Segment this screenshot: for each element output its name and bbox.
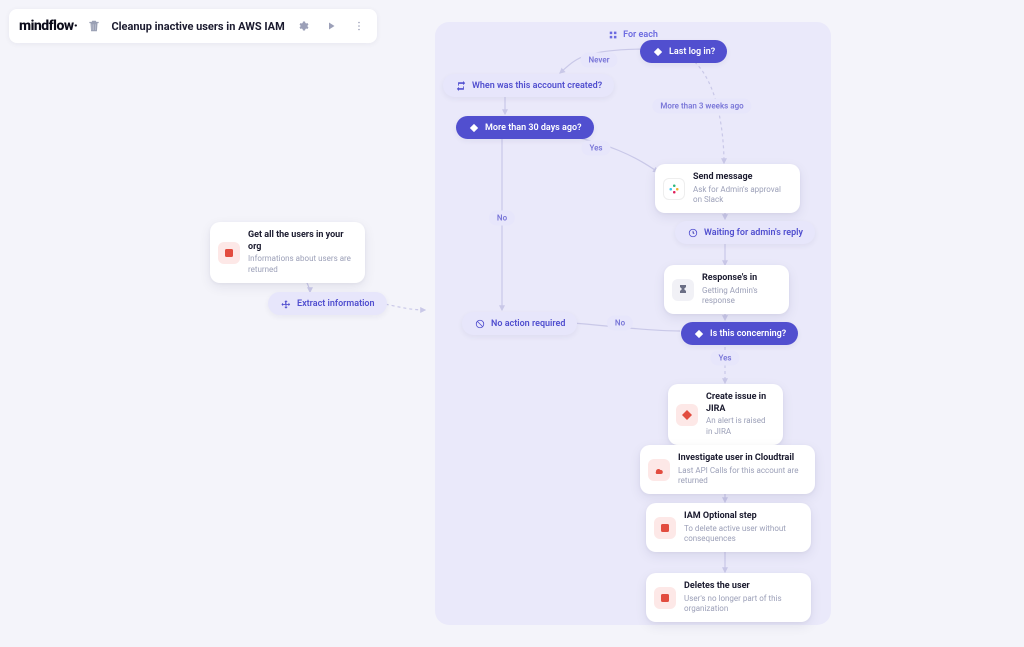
node-label: More than 30 days ago? — [485, 123, 582, 133]
node-get-users[interactable]: Get all the users in your org Informatio… — [210, 222, 365, 283]
node-send-message[interactable]: Send message Ask for Admin's approval on… — [655, 164, 800, 213]
node-delete-user[interactable]: Deletes the user User's no longer part o… — [646, 573, 811, 622]
branch-icon — [280, 298, 291, 309]
badge-never: Never — [580, 53, 617, 68]
panel-title: For each — [608, 30, 658, 40]
badge-more3w: More than 3 weeks ago — [652, 99, 751, 114]
node-subtitle: Getting Admin's response — [702, 286, 777, 307]
stop-icon — [474, 318, 485, 329]
badge-no2: No — [607, 316, 633, 331]
node-title: Deletes the user — [684, 581, 799, 593]
node-subtitle: Informations about users are returned — [248, 254, 353, 275]
cloudtrail-icon — [648, 459, 670, 481]
badge-yes1: Yes — [581, 141, 610, 156]
node-last-login[interactable]: Last log in? — [640, 40, 727, 63]
node-title: Response's in — [702, 273, 777, 285]
node-iam-optional[interactable]: IAM Optional step To delete active user … — [646, 503, 811, 552]
clock-icon — [687, 227, 698, 238]
node-label: Waiting for admin's reply — [704, 228, 803, 238]
node-label: When was this account created? — [472, 81, 602, 91]
node-label: Extract information — [297, 299, 375, 309]
badge-no1: No — [489, 211, 515, 226]
node-subtitle: Last API Calls for this account are retu… — [678, 466, 803, 487]
hourglass-icon — [672, 279, 694, 301]
node-subtitle: Ask for Admin's approval on Slack — [693, 185, 788, 206]
condition-icon — [693, 328, 704, 339]
canvas[interactable]: For each — [0, 0, 1024, 647]
node-extract[interactable]: Extract information — [268, 292, 387, 315]
node-more-30[interactable]: More than 30 days ago? — [456, 116, 594, 139]
node-account-created[interactable]: When was this account created? — [443, 74, 614, 97]
node-waiting[interactable]: Waiting for admin's reply — [675, 221, 815, 244]
node-no-action[interactable]: No action required — [462, 312, 577, 335]
node-title: Create issue in JIRA — [706, 392, 771, 415]
node-title: Investigate user in Cloudtrail — [678, 453, 803, 465]
condition-icon — [652, 46, 663, 57]
node-title: IAM Optional step — [684, 511, 799, 523]
node-title: Send message — [693, 172, 788, 184]
aws-icon — [218, 242, 240, 264]
transform-icon — [455, 80, 466, 91]
node-subtitle: An alert is raised in JIRA — [706, 416, 771, 437]
node-label: No action required — [491, 319, 565, 329]
jira-icon — [676, 404, 698, 426]
node-cloudtrail[interactable]: Investigate user in Cloudtrail Last API … — [640, 445, 815, 494]
delete-icon — [654, 587, 676, 609]
node-label: Is this concerning? — [710, 329, 786, 339]
node-label: Last log in? — [669, 47, 715, 57]
node-response-in[interactable]: Response's in Getting Admin's response — [664, 265, 789, 314]
node-title: Get all the users in your org — [248, 230, 353, 253]
node-subtitle: To delete active user without consequenc… — [684, 524, 799, 545]
iam-icon — [654, 517, 676, 539]
node-jira[interactable]: Create issue in JIRA An alert is raised … — [668, 384, 783, 445]
node-subtitle: User's no longer part of this organizati… — [684, 594, 799, 615]
badge-yes2: Yes — [710, 351, 739, 366]
slack-icon — [663, 178, 685, 200]
condition-icon — [468, 122, 479, 133]
node-concerning[interactable]: Is this concerning? — [681, 322, 798, 345]
